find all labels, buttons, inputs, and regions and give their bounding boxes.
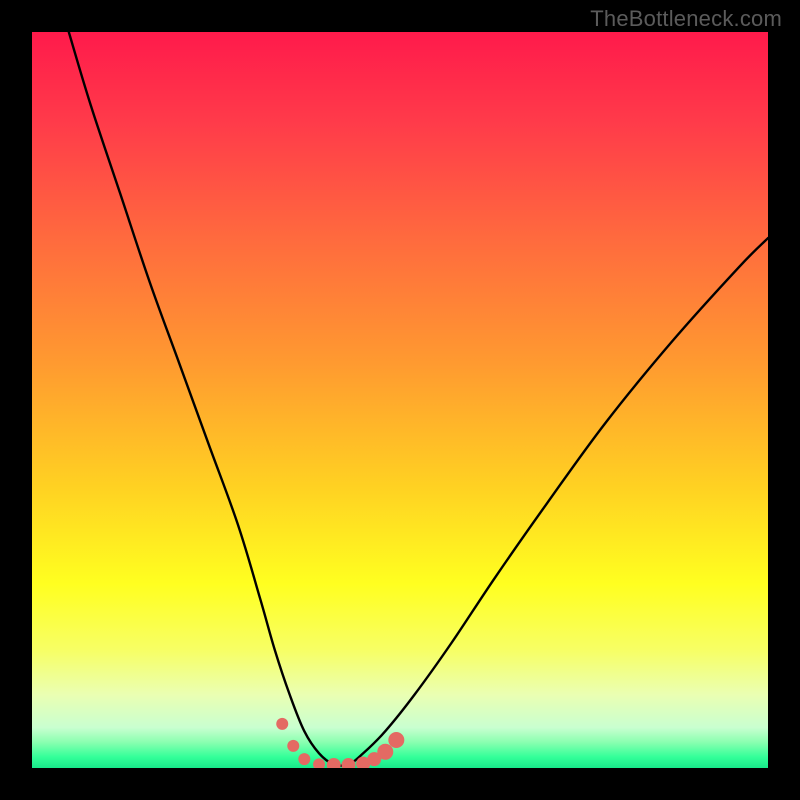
- highlight-dots: [276, 718, 404, 768]
- highlight-dot: [287, 740, 299, 752]
- curve-layer: [32, 32, 768, 768]
- watermark-text: TheBottleneck.com: [590, 6, 782, 32]
- highlight-dot: [276, 718, 288, 730]
- highlight-dot: [298, 753, 310, 765]
- highlight-dot: [327, 758, 341, 768]
- highlight-dot: [388, 732, 404, 748]
- bottleneck-curve: [69, 32, 768, 766]
- chart-frame: TheBottleneck.com: [0, 0, 800, 800]
- plot-area: [32, 32, 768, 768]
- highlight-dot: [377, 744, 393, 760]
- highlight-dot: [313, 758, 325, 768]
- highlight-dot: [341, 758, 355, 768]
